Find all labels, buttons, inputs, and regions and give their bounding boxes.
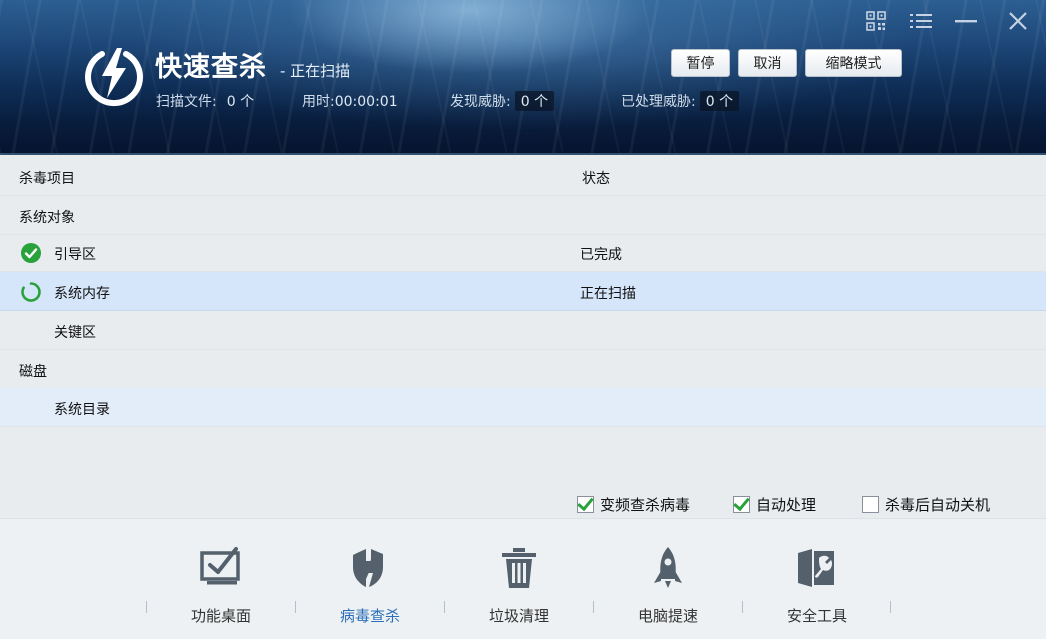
separator xyxy=(742,601,743,613)
threats-handled-label: 已处理威胁: xyxy=(621,94,696,110)
page-title: 快速查杀 xyxy=(155,45,267,84)
auto-handle-checkbox[interactable]: 自动处理 xyxy=(733,493,816,515)
mini-mode-button[interactable]: 缩略模式 xyxy=(805,49,902,77)
group-label-disk: 磁盘 xyxy=(19,361,47,381)
table-row: 系统对象 xyxy=(0,196,1046,235)
checkbox-unchecked-icon[interactable] xyxy=(862,496,879,513)
table-header-row: 杀毒项目 状态 xyxy=(0,157,1046,196)
threats-found-stat: 发现威胁:0 个 xyxy=(450,91,554,111)
toolbar-label-virus-scan: 病毒查杀 xyxy=(310,605,430,626)
checkbox-checked-icon[interactable] xyxy=(577,496,594,513)
loading-spinner-icon xyxy=(20,281,42,303)
column-header-item: 杀毒项目 xyxy=(19,168,75,188)
pause-button[interactable]: 暂停 xyxy=(671,49,730,77)
lightning-logo-icon xyxy=(80,40,148,108)
scan-items-table: 杀毒项目 状态 系统对象 引导区 已完成 系统内存 正在扫描 关键区 磁盘 系统… xyxy=(0,155,1046,518)
scanned-files-stat: 扫描文件:0 个 xyxy=(156,91,260,111)
row-label-system-memory: 系统内存 xyxy=(54,283,110,303)
close-icon[interactable] xyxy=(1006,10,1030,32)
row-status-boot-sector: 已完成 xyxy=(580,244,622,264)
auto-shutdown-checkbox[interactable]: 杀毒后自动关机 xyxy=(862,493,990,515)
separator xyxy=(444,601,445,613)
variable-frequency-label: 变频查杀病毒 xyxy=(600,494,690,515)
threats-handled-value: 0 个 xyxy=(700,91,739,111)
threats-handled-stat: 已处理威胁:0 个 xyxy=(621,91,739,111)
row-label-critical-area: 关键区 xyxy=(54,322,96,342)
column-header-status: 状态 xyxy=(582,168,610,188)
checkbox-checked-icon[interactable] xyxy=(733,496,750,513)
table-row: 磁盘 xyxy=(0,350,1046,389)
table-row: 关键区 xyxy=(0,311,1046,350)
toolbar-label-desktop: 功能桌面 xyxy=(161,605,281,626)
auto-shutdown-label: 杀毒后自动关机 xyxy=(885,494,990,515)
elapsed-time-label: 用时: xyxy=(302,94,335,110)
rocket-icon xyxy=(645,545,691,591)
menu-icon[interactable] xyxy=(909,10,933,32)
group-label-system-objects: 系统对象 xyxy=(19,207,75,227)
toolbox-wrench-icon xyxy=(794,545,840,591)
table-row: 系统目录 xyxy=(0,388,1046,427)
separator xyxy=(146,601,147,613)
toolbar-item-speedup[interactable]: 电脑提速 xyxy=(608,545,728,625)
shield-bolt-icon xyxy=(347,545,393,591)
separator xyxy=(593,601,594,613)
elapsed-time-stat: 用时:00:00:01 xyxy=(302,91,404,111)
toolbar-item-security-tools[interactable]: 安全工具 xyxy=(757,545,877,625)
scan-status-subtitle: - 正在扫描 xyxy=(280,60,350,81)
cancel-button[interactable]: 取消 xyxy=(738,49,797,77)
row-label-system-directory: 系统目录 xyxy=(54,399,110,419)
trash-icon xyxy=(496,545,542,591)
threats-found-label: 发现威胁: xyxy=(450,94,511,110)
scan-header: 快速查杀 - 正在扫描 扫描文件:0 个 用时:00:00:01 发现威胁:0 … xyxy=(0,0,1046,155)
variable-frequency-checkbox[interactable]: 变频查杀病毒 xyxy=(577,493,690,515)
minimize-icon[interactable] xyxy=(953,10,979,32)
check-circle-icon xyxy=(20,242,42,264)
toolbar-item-cleanup[interactable]: 垃圾清理 xyxy=(459,545,579,625)
qrcode-icon[interactable] xyxy=(864,10,888,32)
separator xyxy=(890,601,891,613)
table-row: 引导区 已完成 xyxy=(0,233,1046,272)
table-row: 系统内存 正在扫描 xyxy=(0,272,1046,311)
toolbar-label-security-tools: 安全工具 xyxy=(757,605,877,626)
toolbar-label-cleanup: 垃圾清理 xyxy=(459,605,579,626)
auto-handle-label: 自动处理 xyxy=(756,494,816,515)
scanned-files-value: 0 个 xyxy=(221,91,260,111)
threats-found-value: 0 个 xyxy=(515,91,554,111)
desktop-check-icon xyxy=(198,545,244,591)
bottom-toolbar: 功能桌面 病毒查杀 垃圾清理 电脑提速 xyxy=(0,518,1046,639)
row-label-boot-sector: 引导区 xyxy=(54,244,96,264)
separator xyxy=(295,601,296,613)
toolbar-item-virus-scan[interactable]: 病毒查杀 xyxy=(310,545,430,625)
scanned-files-label: 扫描文件: xyxy=(156,94,217,110)
toolbar-item-desktop[interactable]: 功能桌面 xyxy=(161,545,281,625)
row-status-system-memory: 正在扫描 xyxy=(580,283,636,303)
toolbar-label-speedup: 电脑提速 xyxy=(608,605,728,626)
elapsed-time-value: 00:00:01 xyxy=(335,94,404,110)
